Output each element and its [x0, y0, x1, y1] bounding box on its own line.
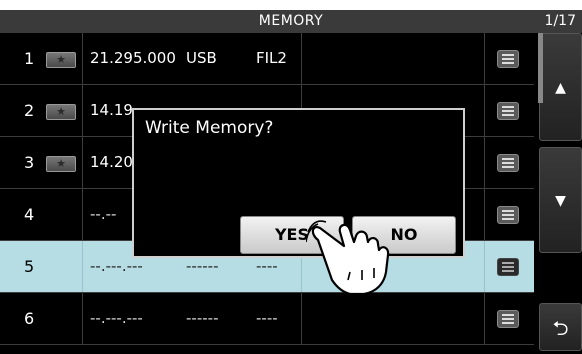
frequency: --.---.--- [90, 257, 143, 275]
memory-row[interactable]: 1 ★ 21.295.000 USB FIL2 [0, 33, 534, 85]
scroll-up-button[interactable]: ▲ [539, 33, 582, 141]
chevron-down-icon: ▼ [555, 193, 566, 209]
tap-hand-icon [306, 220, 390, 296]
menu-icon[interactable] [497, 154, 519, 172]
star-icon[interactable]: ★ [46, 156, 76, 172]
top-strip [0, 0, 582, 10]
channel-number: 6 [24, 309, 35, 328]
channel-number: 1 [24, 49, 35, 68]
chevron-up-icon: ▲ [555, 80, 566, 96]
channel-number: 4 [24, 205, 35, 224]
filter: ---- [256, 309, 278, 327]
channel-number: 3 [24, 153, 35, 172]
menu-icon[interactable] [497, 258, 519, 276]
frequency: 21.295.000 [90, 49, 176, 67]
channel-number: 5 [24, 257, 35, 276]
frequency: --.-- [90, 205, 117, 223]
star-icon[interactable]: ★ [46, 52, 76, 68]
scrollbar[interactable] [538, 33, 543, 103]
page-indicator: 1/17 [544, 13, 576, 29]
write-memory-dialog: Write Memory? YES NO [132, 108, 465, 258]
scroll-down-button[interactable]: ▼ [539, 147, 582, 253]
frequency: 14.20 [90, 153, 133, 171]
back-button[interactable]: ⮌ [539, 303, 582, 351]
memory-name [302, 33, 485, 84]
page-title: MEMORY [258, 13, 324, 29]
frequency: 14.19 [90, 101, 133, 119]
memory-row[interactable]: 6 --.---.--- ------ ---- [0, 293, 534, 345]
menu-icon[interactable] [497, 310, 519, 328]
mode: USB [186, 49, 217, 67]
return-icon: ⮌ [552, 316, 569, 340]
menu-icon[interactable] [497, 102, 519, 120]
channel-number: 2 [24, 101, 35, 120]
mode: ------ [186, 309, 219, 327]
star-icon[interactable]: ★ [46, 104, 76, 120]
menu-icon[interactable] [497, 206, 519, 224]
filter: ---- [256, 257, 278, 275]
title-bar: MEMORY 1/17 [0, 10, 582, 33]
mode: ------ [186, 257, 219, 275]
memory-name [302, 293, 485, 344]
filter: FIL2 [256, 49, 287, 67]
frequency: --.---.--- [90, 309, 143, 327]
menu-icon[interactable] [497, 50, 519, 68]
dialog-message: Write Memory? [145, 118, 274, 138]
